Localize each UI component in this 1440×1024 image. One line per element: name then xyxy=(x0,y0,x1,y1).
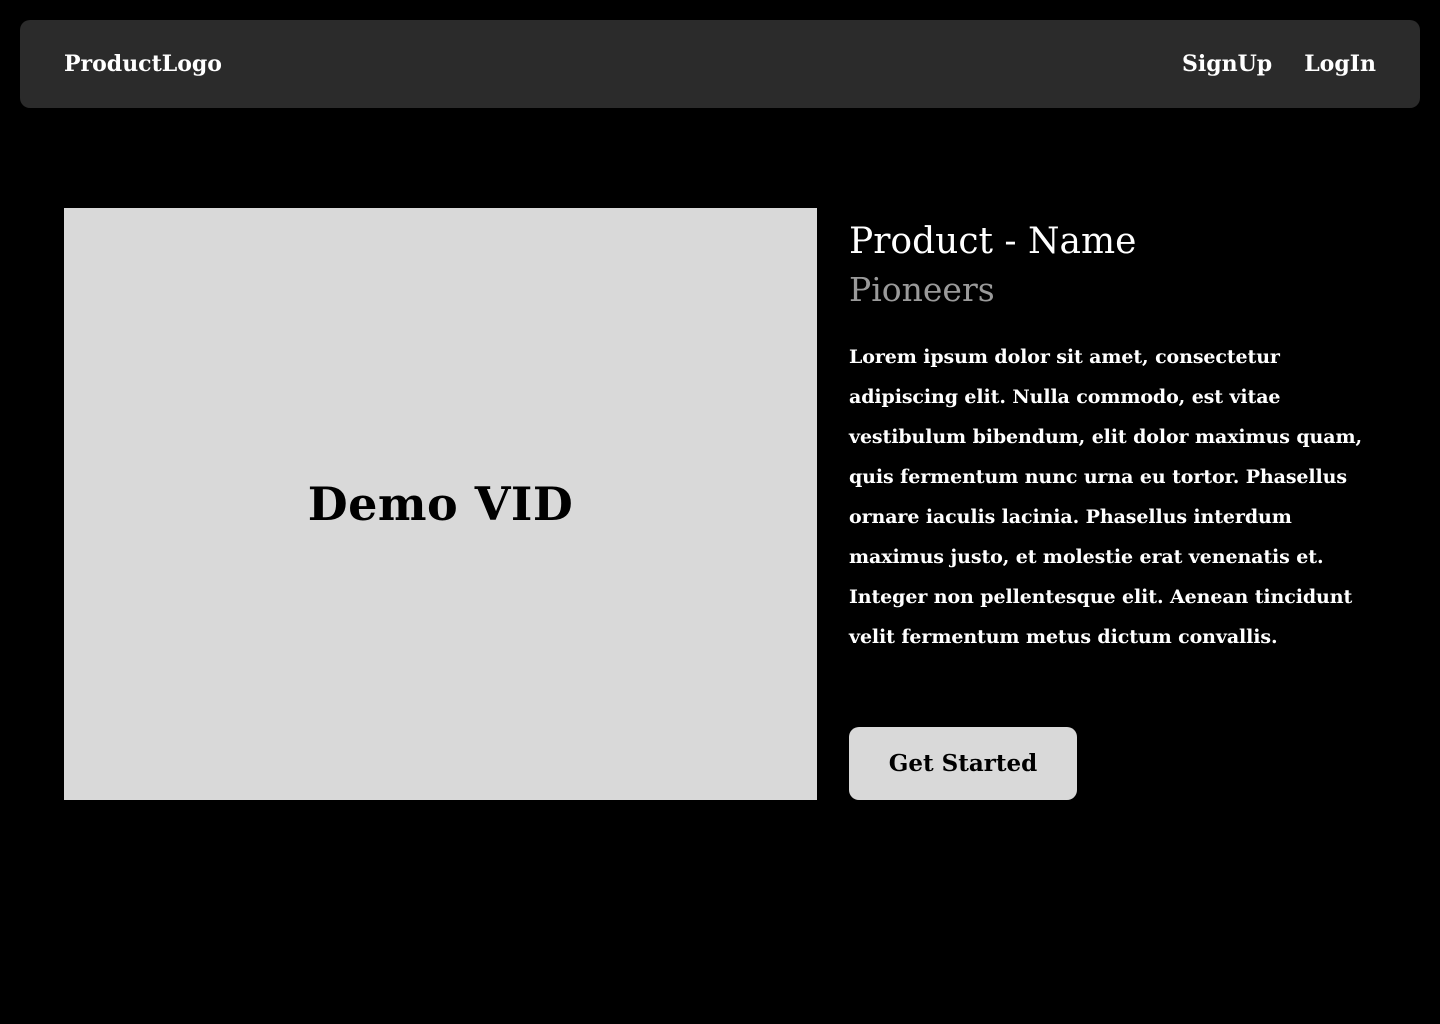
product-logo[interactable]: ProductLogo xyxy=(64,51,222,77)
top-navbar: ProductLogo SignUp LogIn xyxy=(20,20,1420,108)
signup-link[interactable]: SignUp xyxy=(1182,51,1272,77)
product-tagline: Pioneers xyxy=(849,270,995,309)
get-started-button[interactable]: Get Started xyxy=(849,727,1077,800)
login-link[interactable]: LogIn xyxy=(1304,51,1376,77)
product-info: Product - Name Pioneers Lorem ipsum dolo… xyxy=(849,208,1389,657)
product-description: Lorem ipsum dolor sit amet, consectetur … xyxy=(849,346,1362,648)
product-name: Product - Name xyxy=(849,221,1137,262)
demo-video-placeholder[interactable]: Demo VID xyxy=(64,208,817,800)
nav-links: SignUp LogIn xyxy=(1182,51,1376,77)
demo-video-label: Demo VID xyxy=(307,477,574,531)
